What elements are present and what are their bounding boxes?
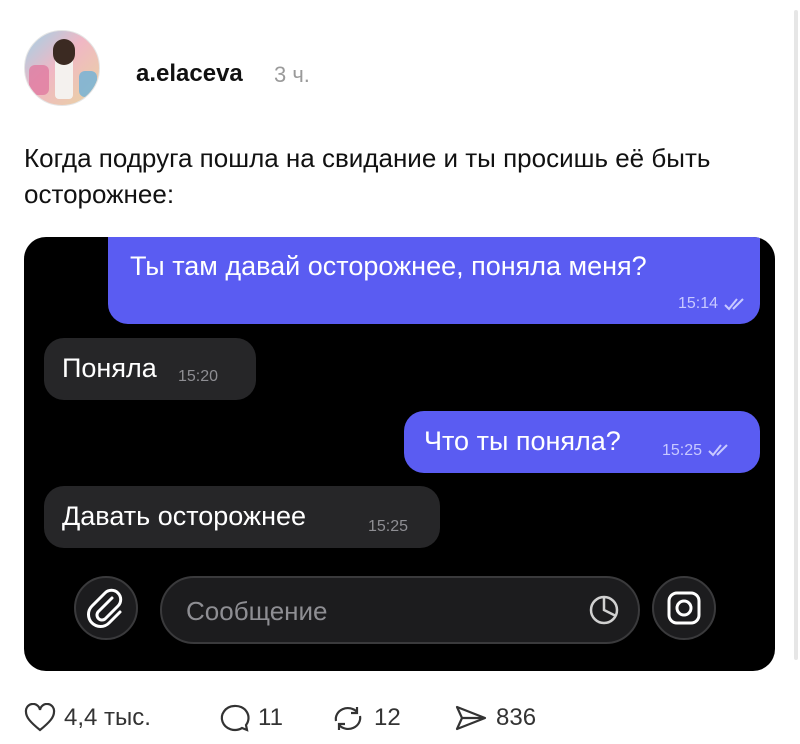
message-time: 15:25 <box>368 518 409 535</box>
camera-icon <box>667 591 701 625</box>
avatar-decoration <box>79 71 97 97</box>
message-time: 15:25 <box>662 442 703 459</box>
incoming-message: Поняла 15:20 <box>44 338 256 400</box>
paperclip-icon <box>87 588 123 628</box>
share-button[interactable]: 836 <box>454 700 536 736</box>
message-input[interactable]: Сообщение <box>160 576 640 644</box>
repost-icon <box>334 707 362 730</box>
outgoing-message: Ты там давай осторожнее, поняла меня? 15… <box>108 237 760 324</box>
username[interactable]: a.elaceva <box>136 60 243 88</box>
message-text: Давать осторожнее <box>62 501 307 531</box>
post-time: 3 ч. <box>274 62 310 87</box>
message-placeholder: Сообщение <box>186 596 328 626</box>
double-check-icon <box>708 444 728 457</box>
message-time: 15:14 <box>678 295 719 312</box>
avatar-figure-hair <box>53 39 75 65</box>
like-count: 4,4 тыс. <box>64 704 151 731</box>
heart-icon <box>24 703 56 732</box>
comment-icon <box>220 704 250 732</box>
message-text: Поняла <box>62 353 157 383</box>
repost-count: 12 <box>374 704 401 731</box>
post-actions: 4,4 тыс. 11 12 836 <box>24 700 784 736</box>
message-time: 15:20 <box>178 368 219 385</box>
comment-count: 11 <box>258 704 283 731</box>
camera-button[interactable] <box>652 576 716 640</box>
avatar-decoration <box>29 65 49 95</box>
repost-button[interactable]: 12 <box>330 700 401 736</box>
page-scrollbar[interactable] <box>794 10 798 660</box>
message-text: Что ты поняла? <box>424 426 621 456</box>
sticker-icon[interactable] <box>588 594 620 626</box>
outgoing-message: Что ты поняла? 15:25 <box>404 411 760 473</box>
share-icon <box>455 705 487 731</box>
share-count: 836 <box>496 704 537 731</box>
chat-screenshot: Ты там давай осторожнее, поняла меня? 15… <box>24 237 775 671</box>
message-text: Ты там давай осторожнее, поняла меня? <box>130 251 647 281</box>
like-button[interactable]: 4,4 тыс. <box>24 700 151 736</box>
avatar[interactable] <box>24 30 100 106</box>
incoming-message: Давать осторожнее 15:25 <box>44 486 440 548</box>
attach-button[interactable] <box>74 576 138 640</box>
double-check-icon <box>724 298 744 311</box>
comment-button[interactable]: 11 <box>218 700 283 736</box>
post-caption: Когда подруга пошла на свидание и ты про… <box>24 143 711 209</box>
